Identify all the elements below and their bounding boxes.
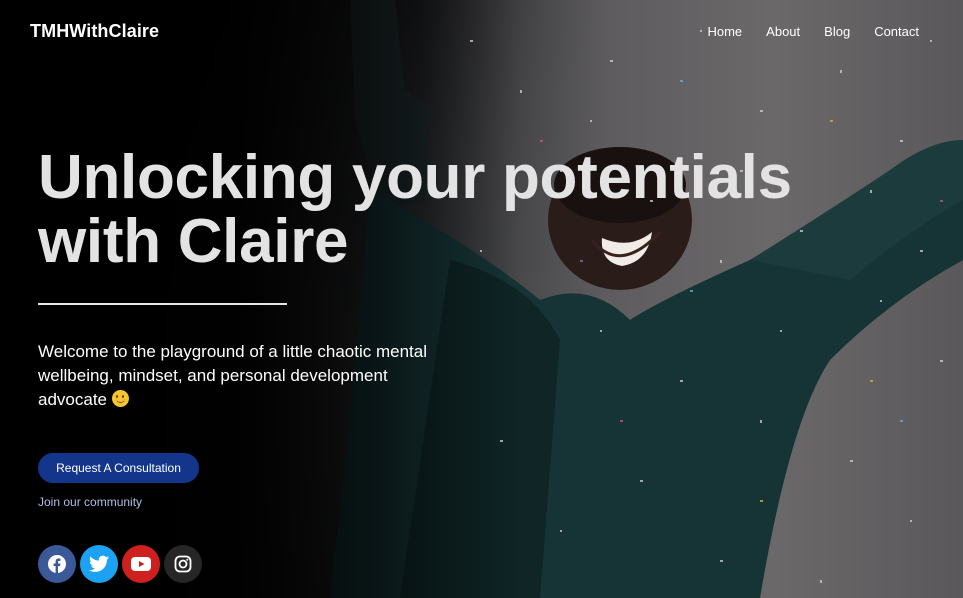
smiley-emoji-icon xyxy=(111,390,129,407)
nav-link-home[interactable]: Home xyxy=(707,24,742,39)
main-nav: Home About Blog Contact xyxy=(707,24,919,39)
request-consultation-button[interactable]: Request A Consultation xyxy=(38,453,199,483)
join-community-link[interactable]: Join our community xyxy=(38,495,142,509)
youtube-icon xyxy=(131,557,151,571)
headline-divider xyxy=(38,303,287,305)
hero-intro: Welcome to the playground of a little ch… xyxy=(38,340,438,412)
hero-section: TMHWithClaire Home About Blog Contact Un… xyxy=(0,0,963,598)
intro-text: Welcome to the playground of a little ch… xyxy=(38,342,428,409)
social-links xyxy=(38,545,202,583)
headline-line-1: Unlocking your potentials xyxy=(38,143,792,212)
instagram-icon xyxy=(174,555,192,573)
twitter-button[interactable] xyxy=(80,545,118,583)
facebook-icon xyxy=(48,555,66,573)
hero-headline: Unlocking your potentials with Claire xyxy=(38,146,858,274)
site-logo[interactable]: TMHWithClaire xyxy=(30,21,159,42)
youtube-button[interactable] xyxy=(122,545,160,583)
twitter-icon xyxy=(89,555,109,572)
nav-link-about[interactable]: About xyxy=(766,24,800,39)
facebook-button[interactable] xyxy=(38,545,76,583)
nav-link-blog[interactable]: Blog xyxy=(824,24,850,39)
headline-line-2: with Claire xyxy=(38,207,349,276)
confetti-decoration xyxy=(470,30,943,583)
nav-link-contact[interactable]: Contact xyxy=(874,24,919,39)
instagram-button[interactable] xyxy=(164,545,202,583)
